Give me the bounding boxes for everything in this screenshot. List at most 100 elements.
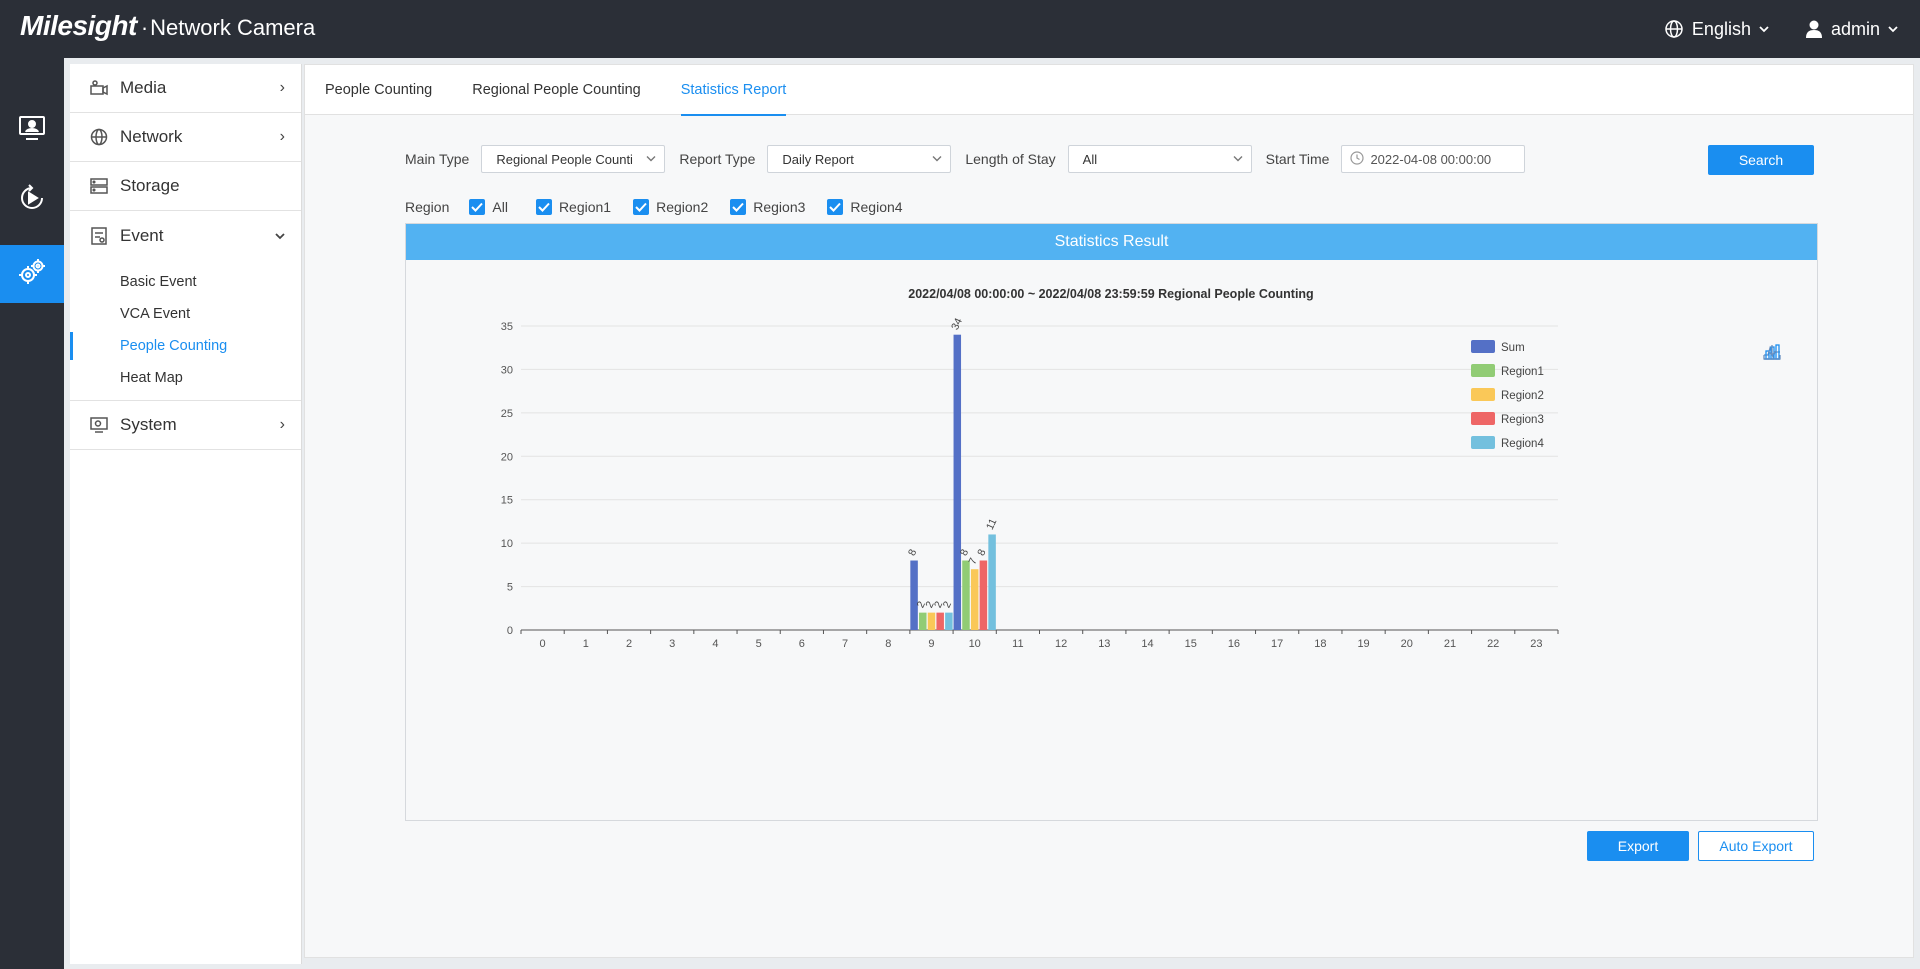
menu-item-system[interactable]: System › [70,401,301,450]
x-tick-label: 10 [969,638,981,650]
auto-export-button[interactable]: Auto Export [1698,831,1814,861]
clock-icon [1350,150,1365,168]
x-tick-label: 15 [1185,638,1197,650]
settings-gears-icon [17,257,47,292]
x-tick-label: 22 [1487,638,1499,650]
y-tick-label: 0 [507,625,513,637]
search-button[interactable]: Search [1708,145,1814,175]
checkmark-icon [469,199,486,215]
bar-region1-9 [919,612,927,630]
logo-brand: Milesight [20,10,137,41]
x-tick-label: 14 [1141,638,1153,650]
x-tick-label: 0 [540,638,546,650]
main-type-select[interactable]: Regional People Counti [481,145,666,173]
chevron-down-icon [275,227,285,245]
length-of-stay-select[interactable]: All [1067,145,1252,173]
x-tick-label: 2 [626,638,632,650]
sub-item-heat-map[interactable]: Heat Map [70,362,301,394]
menu-item-event[interactable]: Event [70,211,301,260]
storage-icon [90,177,108,195]
region-checkbox-region1[interactable]: Region1 [535,199,611,215]
chevron-right-icon: › [279,128,285,145]
chevron-right-icon: › [279,416,285,433]
region-filter: Region All Region1 Region2 Region3 Regio… [405,197,925,217]
event-submenu: Basic Event VCA Event People Counting He… [70,260,301,401]
x-tick-label: 5 [756,638,762,650]
logo-separator: · [140,15,149,40]
export-button[interactable]: Export [1587,831,1689,861]
report-type-value: Daily Report [782,151,854,167]
y-tick-label: 30 [501,364,513,376]
y-tick-label: 25 [501,408,513,420]
legend-label-region2: Region2 [1501,390,1544,402]
bar-region2-9 [927,612,936,630]
legend-swatch-region4 [1471,436,1495,449]
y-tick-label: 35 [501,321,513,333]
bar-sum-9 [910,560,918,630]
x-tick-label: 6 [799,638,805,650]
chevron-right-icon: › [279,79,285,96]
product-name: Network Camera [150,15,316,40]
length-of-stay-label: Length of Stay [965,151,1056,167]
bar-sum-10 [953,334,962,630]
icon-rail [0,58,64,969]
region-checkbox-region2[interactable]: Region2 [633,199,708,215]
sub-item-basic-event[interactable]: Basic Event [70,266,301,298]
tab-people-counting[interactable]: People Counting [325,65,432,115]
menu-label: System [120,415,177,434]
menu-item-network[interactable]: Network › [70,113,301,162]
chart-legend: Sum Region1 Region2 Region3 Region4 [1471,340,1544,450]
rail-settings[interactable] [0,245,64,303]
bar-region3-9 [936,612,944,630]
tab-statistics-report[interactable]: Statistics Report [680,65,786,116]
chevron-down-icon [1888,25,1898,33]
x-tick-label: 21 [1444,638,1456,650]
x-tick-label: 12 [1055,638,1067,650]
menu-item-storage[interactable]: Storage [70,162,301,211]
menu-label: Storage [120,176,180,195]
x-tick-label: 23 [1530,638,1542,650]
legend-label-region1: Region1 [1501,366,1544,378]
legend-swatch-region2 [1471,388,1495,401]
region-checkbox-all[interactable]: All [469,199,508,215]
menu-item-media[interactable]: Media › [70,64,301,113]
tab-regional-people-counting[interactable]: Regional People Counting [472,65,641,115]
globe-icon [1664,19,1684,39]
data-label: 8 [975,547,988,558]
rail-live-view[interactable] [0,101,64,159]
legend-swatch-region3 [1471,412,1495,425]
region-checkbox-region4[interactable]: Region4 [827,199,903,215]
sub-item-people-counting[interactable]: People Counting [70,330,301,362]
bar-region4-9 [945,612,953,630]
bar-region4-10 [988,534,996,630]
tab-bar: People Counting Regional People Counting… [305,65,1913,116]
checkmark-icon [633,199,650,215]
user-icon [1805,19,1823,39]
sub-item-vca-event[interactable]: VCA Event [70,298,301,330]
language-selector[interactable]: English [1664,19,1769,40]
x-tick-label: 16 [1228,638,1240,650]
camera-icon [90,79,108,97]
region-label: Region [405,199,450,215]
report-type-label: Report Type [679,151,756,167]
user-menu[interactable]: admin [1805,19,1898,40]
y-tick-label: 20 [501,451,513,463]
length-of-stay-value: All [1082,151,1098,167]
bar-region2-10 [970,569,979,630]
playback-icon [18,183,46,217]
menu-label: Media [120,78,167,97]
start-time-input[interactable]: 2022-04-08 00:00:00 [1341,145,1526,173]
report-type-select[interactable]: Daily Report [767,145,952,173]
top-bar: Milesight · Network Camera English admin [0,0,1920,58]
menu-label: Network [120,127,183,146]
chevron-down-icon [1759,25,1769,33]
rail-playback[interactable] [0,171,64,229]
main-panel: People Counting Regional People Counting… [304,64,1914,958]
region-checkbox-region3[interactable]: Region3 [730,199,805,215]
legend-label-region4: Region4 [1501,438,1544,450]
y-tick-label: 10 [501,538,513,550]
x-tick-label: 17 [1271,638,1283,650]
chart-grid: 051015202530350 1 2 3 4 5 6 7 8 9 10 11 12 13 14 15 16 17… [501,321,1559,650]
x-tick-label: 8 [885,638,891,650]
x-tick-label: 4 [712,638,718,650]
